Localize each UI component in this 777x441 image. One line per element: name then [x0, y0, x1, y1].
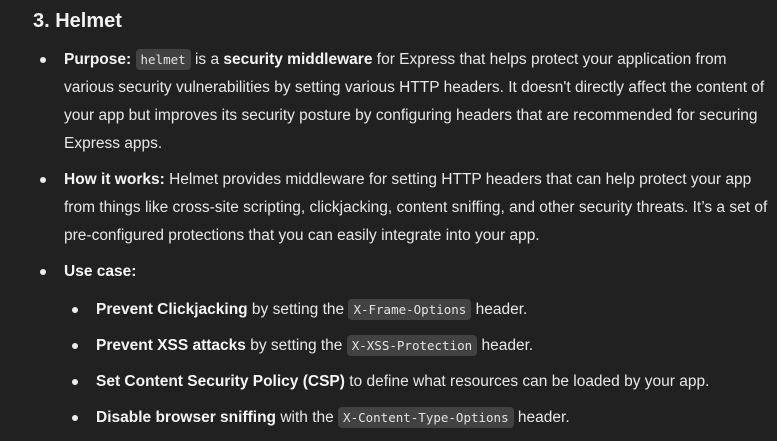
how-label: How it works:	[64, 171, 165, 188]
sub-item-bold: Prevent Clickjacking	[96, 301, 248, 318]
how-text: Helmet provides middleware for setting H…	[64, 171, 768, 244]
inline-code-x-frame-options: X-Frame-Options	[348, 299, 472, 320]
use-case-label: Use case:	[64, 263, 137, 280]
sub-item-before: by setting the	[247, 301, 349, 318]
sub-item-after: header.	[477, 337, 534, 354]
sub-item-after: header.	[513, 409, 570, 426]
sub-item-bold: Prevent XSS attacks	[96, 337, 246, 354]
bullet-icon	[72, 379, 78, 385]
bullet-icon	[40, 269, 46, 275]
use-case-sub-list: Prevent Clickjacking by setting the X-Fr…	[64, 296, 769, 432]
sub-item-before: with the	[276, 409, 339, 426]
bullet-icon	[72, 415, 78, 421]
sub-item-bold: Set Content Security Policy (CSP)	[96, 373, 345, 390]
sub-item-sniffing: Disable browser sniffing with the X-Cont…	[64, 404, 769, 432]
bullet-icon	[72, 307, 78, 313]
inline-code-helmet: helmet	[135, 49, 191, 70]
bullet-icon	[40, 177, 46, 183]
sub-item-xss: Prevent XSS attacks by setting the X-XSS…	[64, 332, 769, 360]
list-item-how-it-works: How it works: Helmet provides middleware…	[33, 166, 769, 250]
purpose-bold: security middleware	[223, 51, 373, 68]
bullet-icon	[40, 57, 46, 63]
purpose-label: Purpose:	[64, 51, 132, 68]
top-bullet-list: Purpose: helmet is a security middleware…	[33, 46, 769, 440]
inline-code-x-content-type-options: X-Content-Type-Options	[338, 407, 514, 428]
sub-item-before: by setting the	[245, 337, 347, 354]
bullet-icon	[72, 343, 78, 349]
sub-item-clickjacking: Prevent Clickjacking by setting the X-Fr…	[64, 296, 769, 324]
list-item-use-case: Use case: Prevent Clickjacking by settin…	[33, 258, 769, 432]
sub-item-after: header.	[471, 301, 528, 318]
sub-item-bold: Disable browser sniffing	[96, 409, 277, 426]
list-item-purpose: Purpose: helmet is a security middleware…	[33, 46, 769, 158]
section-heading: 3. Helmet	[33, 10, 122, 32]
purpose-text-a: is a	[194, 51, 224, 68]
sub-item-before: to define what resources can be loaded b…	[344, 373, 710, 390]
inline-code-x-xss-protection: X-XSS-Protection	[346, 335, 478, 356]
sub-item-csp: Set Content Security Policy (CSP) to def…	[64, 368, 769, 396]
